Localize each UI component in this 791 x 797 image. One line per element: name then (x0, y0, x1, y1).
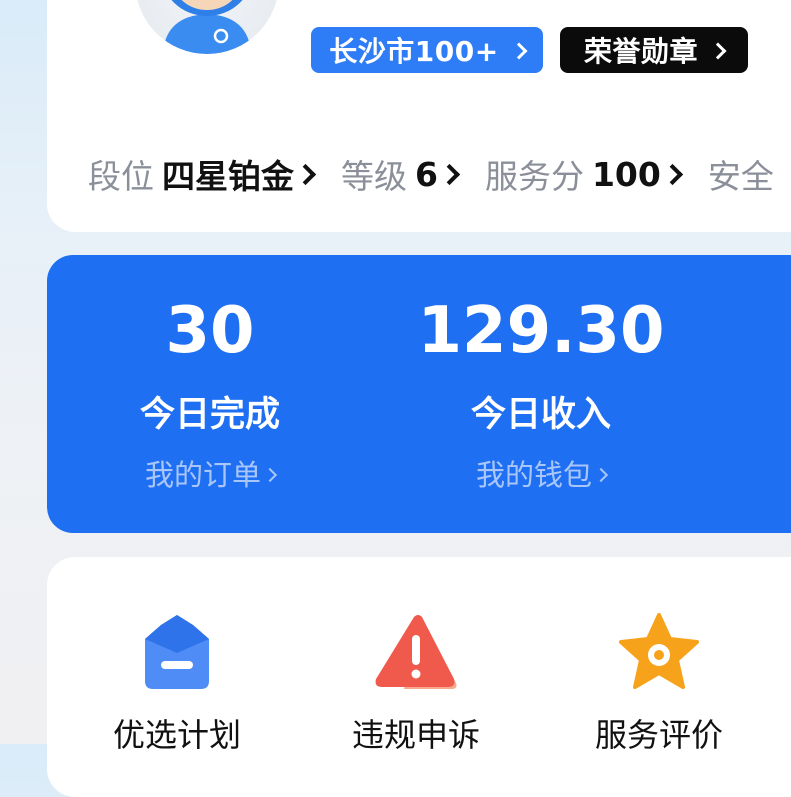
my-orders-label: 我的订单 (144, 458, 261, 492)
profile-card: 长沙市100+ 荣誉勋章 段位 四星铂金 等级 6 服务分 100 安全 (47, 0, 791, 232)
stat-safety-label: 安全 (707, 157, 774, 196)
service-preferred-plan-label: 优选计划 (112, 716, 241, 754)
stat-service-score-value: 100 (591, 154, 661, 194)
stat-rank[interactable]: 段位 四星铂金 (88, 150, 317, 198)
chevron-right-icon (661, 163, 683, 185)
stat-level-value: 6 (415, 154, 438, 194)
service-violation-appeal[interactable]: 违规申诉 (316, 613, 516, 755)
services-card: 优选计划 违规申诉 服务评价 (47, 557, 791, 797)
stat-safety[interactable]: 安全 (708, 150, 774, 198)
stat-level[interactable]: 等级 6 (341, 150, 461, 198)
earnings-card: 30 今日完成 我的订单 129.30 今日收入 我的钱包 6 (47, 255, 791, 533)
chevron-right-icon (294, 163, 317, 185)
chevron-right-icon (438, 163, 461, 185)
my-wallet-link[interactable]: 我的钱包 (391, 455, 691, 495)
stat-service-score[interactable]: 服务分 100 (484, 150, 683, 198)
today-income-label: 今日收入 (470, 395, 611, 435)
avatar[interactable] (135, 0, 279, 54)
my-orders-link[interactable]: 我的订单 (60, 455, 360, 495)
stat-rank-label: 段位 (88, 157, 154, 196)
today-completed-count: 30 (165, 294, 255, 368)
today-completed-label: 今日完成 (139, 395, 280, 435)
star-icon (619, 613, 699, 689)
chevron-right-icon (709, 42, 727, 59)
stat-service-score-label: 服务分 (484, 157, 584, 196)
honor-medal-tag[interactable]: 荣誉勋章 (560, 27, 748, 73)
city-rank-label: 长沙市100+ (329, 35, 499, 68)
service-preferred-plan[interactable]: 优选计划 (77, 613, 277, 755)
honor-medal-label: 荣誉勋章 (583, 35, 698, 68)
avatar-illustration (163, 0, 251, 54)
chevron-right-icon (510, 42, 528, 59)
warning-triangle-icon (375, 615, 457, 689)
city-rank-tag[interactable]: 长沙市100+ (311, 27, 543, 73)
stat-level-label: 等级 (341, 157, 407, 196)
chevron-right-icon (593, 467, 609, 483)
service-evaluation[interactable]: 服务评价 (559, 613, 759, 755)
stat-rank-value: 四星铂金 (162, 157, 294, 196)
service-evaluation-label: 服务评价 (594, 716, 723, 754)
third-stat-value: 6 (787, 291, 791, 371)
crown-icon (145, 615, 209, 689)
chevron-right-icon (262, 467, 278, 483)
service-violation-appeal-label: 违规申诉 (351, 716, 480, 754)
my-wallet-label: 我的钱包 (475, 458, 592, 492)
today-income-amount: 129.30 (417, 294, 665, 368)
profile-stats-row: 段位 四星铂金 等级 6 服务分 100 安全 (88, 150, 791, 198)
